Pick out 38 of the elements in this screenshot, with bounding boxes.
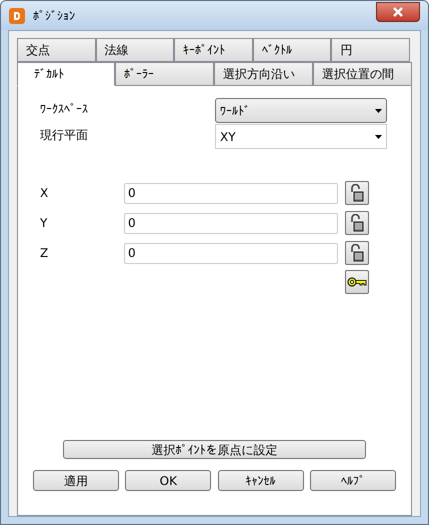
lock-button[interactable] [345, 211, 369, 235]
tab[interactable]: 円 [331, 38, 410, 62]
dialog-button[interactable]: 適用 [33, 470, 119, 491]
close-icon [393, 6, 403, 16]
lock-button[interactable] [345, 241, 369, 265]
coordinate-field[interactable]: 0 [124, 212, 338, 234]
key-icon [347, 276, 367, 288]
padlock-icon [350, 214, 364, 232]
padlock-icon [350, 184, 364, 202]
coordinate-field[interactable]: 0 [124, 182, 338, 204]
window-title: ﾎﾟｼﾞｼｮﾝ [33, 8, 76, 24]
coordinate-field[interactable]: 0 [124, 242, 338, 264]
caret-icon [375, 108, 382, 112]
field-label: ﾜｰｸｽﾍﾟｰｽ [40, 101, 89, 118]
caret-icon [375, 134, 382, 138]
tab[interactable]: 交点 [17, 38, 96, 62]
lock-button[interactable] [345, 181, 369, 205]
dialog-button[interactable]: OK [125, 470, 212, 491]
tab[interactable]: ｷｰﾎﾟｲﾝﾄ [174, 38, 253, 62]
dialog-button[interactable]: ﾍﾙﾌﾟ [310, 470, 396, 491]
app-logo-icon [9, 8, 25, 24]
dialog-button[interactable]: ｷｬﾝｾﾙ [218, 470, 304, 491]
padlock-icon [350, 244, 364, 262]
field-label: 現行平面 [40, 127, 89, 144]
tab[interactable]: ﾍﾞｸﾄﾙ [252, 38, 332, 62]
tab[interactable]: 選択方向沿い [214, 62, 313, 86]
set-origin-button[interactable]: 選択ﾎﾟｲﾝﾄを原点に設定 [63, 440, 366, 459]
tab[interactable]: ﾃﾞｶﾙﾄ [17, 62, 115, 86]
axis-label: X [40, 185, 50, 202]
dropdown[interactable]: XY [215, 124, 387, 149]
tab[interactable]: ﾎﾟｰﾗｰ [115, 62, 214, 86]
close-button[interactable] [376, 2, 420, 22]
dropdown[interactable]: ﾜｰﾙﾄﾞ [215, 98, 387, 123]
tab[interactable]: 選択位置の間 [313, 62, 412, 86]
axis-label: Y [40, 215, 48, 232]
tab[interactable]: 法線 [96, 38, 174, 62]
axis-label: Z [40, 245, 50, 262]
key-button[interactable] [345, 270, 369, 294]
